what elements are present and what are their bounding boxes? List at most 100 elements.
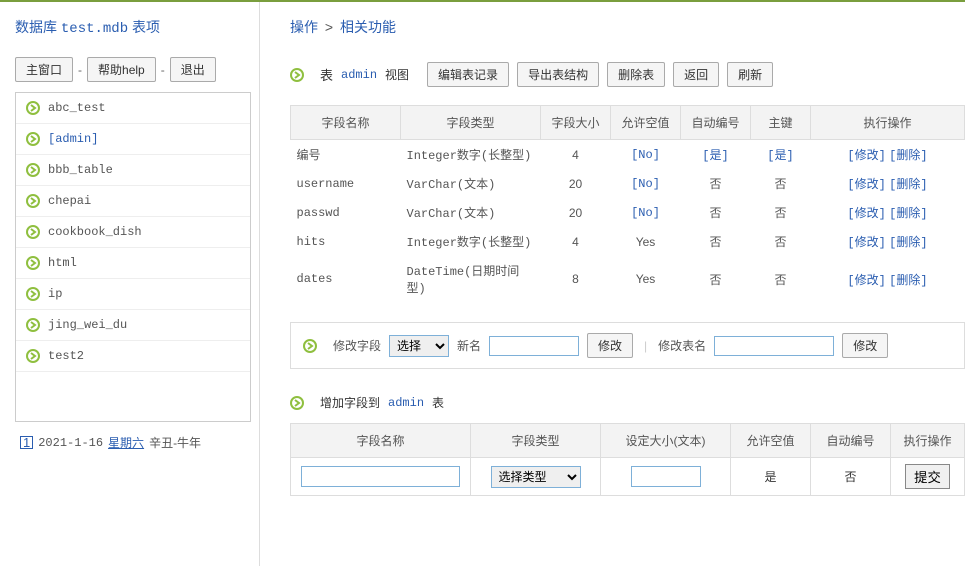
field-pk-cell: 否: [751, 227, 811, 256]
nullable-link[interactable]: [No]: [631, 206, 660, 220]
field-select[interactable]: 选择: [389, 335, 449, 357]
breadcrumb: 操作 > 相关功能: [290, 17, 965, 37]
crumb-sep: >: [325, 19, 333, 35]
delete-link[interactable]: [删除]: [889, 149, 927, 163]
field-autonum-cell: 否: [681, 227, 751, 256]
col-pk: 主键: [751, 106, 811, 140]
delete-link[interactable]: [删除]: [889, 178, 927, 192]
table-name-link[interactable]: admin: [341, 68, 377, 82]
arrow-icon: [26, 349, 40, 363]
sidebar-toolbar: 主窗口 - 帮助help - 退出: [15, 57, 251, 82]
field-name-cell: dates: [291, 256, 401, 302]
table-row: hitsInteger数字(长整型)4Yes否否[修改] [删除]: [291, 227, 965, 256]
sidebar-table-item[interactable]: test2: [16, 341, 250, 372]
field-pk-cell: 否: [751, 256, 811, 302]
table-item-name: abc_test: [48, 101, 106, 115]
delete-link[interactable]: [删除]: [889, 207, 927, 221]
nullable-link[interactable]: [No]: [631, 148, 660, 162]
field-actions-cell: [修改] [删除]: [811, 140, 965, 170]
table-label: 表: [320, 65, 333, 84]
date-text: 2021-1-16: [38, 436, 103, 450]
export-struct-button[interactable]: 导出表结构: [517, 62, 599, 87]
divider: |: [644, 339, 647, 353]
field-name-cell: username: [291, 169, 401, 198]
table-item-name: test2: [48, 349, 84, 363]
newname-label: 新名: [457, 337, 481, 354]
add-col-name: 字段名称: [291, 424, 471, 458]
sidebar-table-item[interactable]: abc_test: [16, 93, 250, 124]
add-nullable-cell: 是: [731, 458, 811, 496]
sidebar-table-item[interactable]: jing_wei_du: [16, 310, 250, 341]
arrow-icon: [26, 194, 40, 208]
delete-link[interactable]: [删除]: [889, 236, 927, 250]
sidebar-table-item[interactable]: cookbook_dish: [16, 217, 250, 248]
add-name-input[interactable]: [301, 466, 460, 487]
arrow-icon: [26, 163, 40, 177]
add-col-size: 设定大小(文本): [601, 424, 731, 458]
table-item-name: ip: [48, 287, 62, 301]
help-button[interactable]: 帮助help: [87, 57, 156, 82]
add-field-table: 字段名称 字段类型 设定大小(文本) 允许空值 自动编号 执行操作 选择类型 是…: [290, 423, 965, 496]
field-type-cell: Integer数字(长整型): [401, 227, 541, 256]
main-window-button[interactable]: 主窗口: [15, 57, 73, 82]
view-label: 视图: [385, 66, 409, 83]
field-pk-cell: 否: [751, 169, 811, 198]
delete-table-button[interactable]: 删除表: [607, 62, 665, 87]
modify-link[interactable]: [修改]: [847, 274, 885, 288]
modify-field-button[interactable]: 修改: [587, 333, 633, 358]
col-size: 字段大小: [541, 106, 611, 140]
newname-input[interactable]: [489, 336, 579, 356]
weekday-link[interactable]: 星期六: [108, 434, 144, 451]
field-pk-cell: 否: [751, 198, 811, 227]
field-type-cell: DateTime(日期时间型): [401, 256, 541, 302]
add-col-nullable: 允许空值: [731, 424, 811, 458]
field-pk-cell: [是]: [751, 140, 811, 170]
modify-field-label: 修改字段: [333, 337, 381, 354]
add-type-select[interactable]: 选择类型: [491, 466, 581, 488]
add-size-input[interactable]: [631, 466, 701, 487]
arrow-icon: [26, 101, 40, 115]
field-nullable-cell: Yes: [611, 256, 681, 302]
modify-link[interactable]: [修改]: [847, 178, 885, 192]
refresh-button[interactable]: 刷新: [727, 62, 773, 87]
sidebar-table-item[interactable]: html: [16, 248, 250, 279]
edit-records-button[interactable]: 编辑表记录: [427, 62, 509, 87]
modify-link[interactable]: [修改]: [847, 207, 885, 221]
modify-link[interactable]: [修改]: [847, 236, 885, 250]
exit-button[interactable]: 退出: [170, 57, 216, 82]
sidebar-table-item[interactable]: ip: [16, 279, 250, 310]
separator: -: [161, 63, 165, 77]
field-size-cell: 20: [541, 198, 611, 227]
sidebar-table-item[interactable]: [admin]: [16, 124, 250, 155]
field-size-cell: 20: [541, 169, 611, 198]
col-name: 字段名称: [291, 106, 401, 140]
add-field-table-link[interactable]: admin: [388, 396, 424, 410]
autonum-link[interactable]: [是]: [702, 149, 728, 163]
arrow-icon: [26, 287, 40, 301]
arrow-icon: [26, 318, 40, 332]
pk-link[interactable]: [是]: [767, 149, 793, 163]
delete-link[interactable]: [删除]: [889, 274, 927, 288]
rename-table-input[interactable]: [714, 336, 834, 356]
arrow-icon: [26, 225, 40, 239]
add-autonum-cell: 否: [811, 458, 891, 496]
add-field-head: 增加字段到 admin 表: [290, 394, 965, 411]
field-autonum-cell: 否: [681, 198, 751, 227]
col-type: 字段类型: [401, 106, 541, 140]
rename-table-button[interactable]: 修改: [842, 333, 888, 358]
nullable-link[interactable]: [No]: [631, 177, 660, 191]
submit-button[interactable]: 提交: [905, 464, 950, 489]
add-col-type: 字段类型: [471, 424, 601, 458]
separator: -: [78, 63, 82, 77]
crumb-func[interactable]: 相关功能: [340, 19, 396, 35]
add-col-autonum: 自动编号: [811, 424, 891, 458]
sidebar-table-item[interactable]: bbb_table: [16, 155, 250, 186]
modify-link[interactable]: [修改]: [847, 149, 885, 163]
back-button[interactable]: 返回: [673, 62, 719, 87]
crumb-op[interactable]: 操作: [290, 19, 318, 35]
table-list[interactable]: abc_test [admin]bbb_tablechepai cookbook_d…: [15, 92, 251, 422]
table-row: usernameVarChar(文本)20[No]否否[修改] [删除]: [291, 169, 965, 198]
field-name-cell: passwd: [291, 198, 401, 227]
sidebar-table-item[interactable]: chepai: [16, 186, 250, 217]
table-item-name: chepai: [48, 194, 91, 208]
